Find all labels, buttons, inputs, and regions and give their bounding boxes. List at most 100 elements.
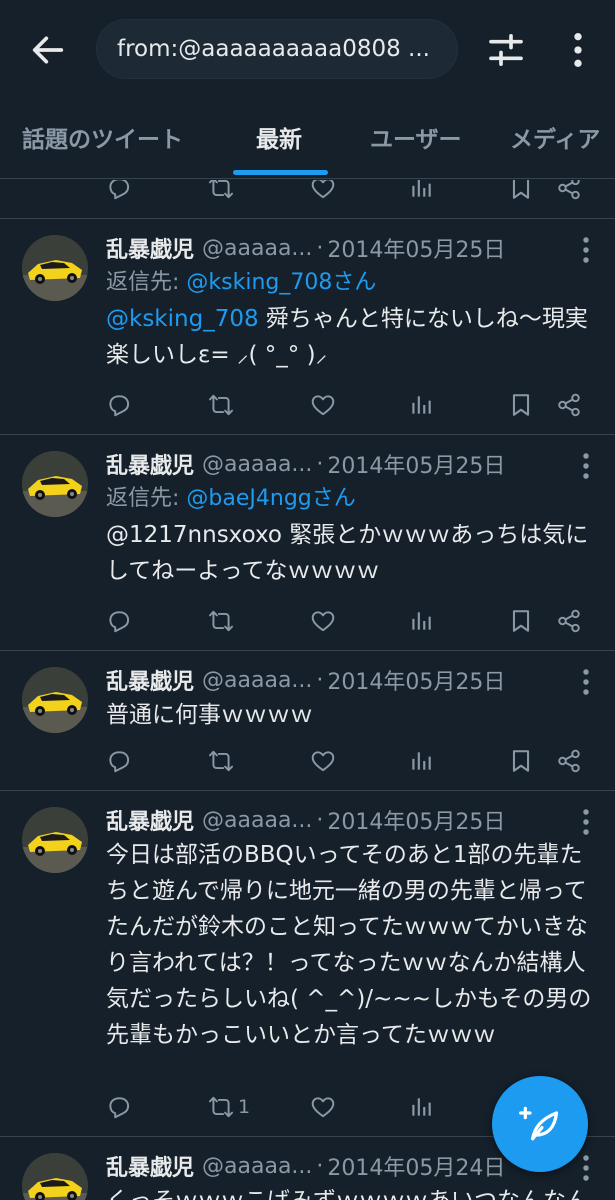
reply-button[interactable]	[106, 741, 132, 781]
separator-dot: ·	[316, 807, 324, 833]
like-icon	[310, 392, 336, 418]
more-vertical-icon[interactable]	[579, 667, 593, 697]
tweet-date[interactable]: 2014年05月25日	[327, 664, 505, 696]
bookmark-icon	[508, 392, 534, 418]
display-name[interactable]: 乱暴戯児	[106, 804, 194, 836]
reply-to-link[interactable]: @baeJ4nggさん	[186, 486, 355, 511]
tweet-text: 普通に何事ｗｗｗｗ	[106, 702, 313, 728]
handle[interactable]: @aaaaa...	[202, 452, 312, 477]
avatar[interactable]	[22, 235, 88, 301]
tweet-text: くっそｗｗｗこばみずｗｗｗｗあいつなんなん	[106, 1183, 596, 1200]
retweet-button[interactable]	[208, 601, 238, 641]
bookmark-button[interactable]	[508, 385, 534, 425]
tab-latest[interactable]: 最新	[256, 112, 302, 172]
like-button[interactable]	[310, 741, 336, 781]
more-vertical-icon[interactable]	[579, 1153, 593, 1183]
tweet-date[interactable]: 2014年05月25日	[327, 448, 505, 480]
views-icon	[408, 608, 434, 634]
bookmark-icon	[508, 608, 534, 634]
avatar-image	[22, 451, 88, 517]
tweet-date[interactable]: 2014年05月25日	[327, 232, 505, 264]
tweet-actions	[0, 601, 615, 641]
tweet-date[interactable]: 2014年05月24日	[327, 1150, 505, 1182]
header-divider	[0, 178, 615, 179]
display-name[interactable]: 乱暴戯児	[106, 448, 194, 480]
avatar[interactable]	[22, 451, 88, 517]
retweet-button[interactable]	[208, 741, 238, 781]
reply-button[interactable]	[106, 601, 132, 641]
avatar-image	[22, 807, 88, 873]
reply-to-link[interactable]: @ksking_708さん	[186, 270, 376, 295]
handle[interactable]: @aaaaa...	[202, 1154, 312, 1179]
more-vertical-icon[interactable]	[579, 235, 593, 265]
tweet-text: @ksking_708 舜ちゃんと特にないしね〜現実楽しいしε= ⸝( °_° …	[106, 301, 596, 373]
back-arrow-icon[interactable]	[28, 30, 68, 70]
retweet-icon	[208, 392, 234, 418]
bookmark-button[interactable]	[508, 741, 534, 781]
compose-tweet-button[interactable]	[492, 1076, 588, 1172]
separator-dot: ·	[316, 1153, 324, 1179]
avatar[interactable]	[22, 667, 88, 733]
views-icon	[408, 392, 434, 418]
tweet-date[interactable]: 2014年05月25日	[327, 804, 505, 836]
avatar-image	[22, 235, 88, 301]
like-icon	[310, 748, 336, 774]
reply-prefix: 返信先:	[106, 486, 187, 511]
tweet-actions	[0, 385, 615, 425]
views-icon	[408, 1094, 434, 1120]
search-input[interactable]: from:@aaaaaaaaaa0808 ...	[96, 19, 458, 79]
reply-button[interactable]	[106, 385, 132, 425]
share-button[interactable]	[556, 601, 582, 641]
more-vertical-icon[interactable]	[579, 807, 593, 837]
views-button[interactable]	[408, 1087, 434, 1127]
tweet[interactable]: 乱暴戯児 @aaaaa... · 2014年05月25日 普通に何事ｗｗｗｗ	[0, 650, 615, 790]
views-button[interactable]	[408, 741, 434, 781]
like-icon	[310, 608, 336, 634]
tweet[interactable]: 乱暴戯児 @aaaaa... · 2014年05月25日 返信先: @baeJ4…	[0, 434, 615, 650]
bookmark-button[interactable]	[508, 601, 534, 641]
avatar[interactable]	[22, 1153, 88, 1200]
like-button[interactable]	[310, 385, 336, 425]
views-button[interactable]	[408, 601, 434, 641]
like-button[interactable]	[310, 1087, 336, 1127]
handle[interactable]: @aaaaa...	[202, 236, 312, 261]
like-button[interactable]	[310, 601, 336, 641]
reply-icon	[106, 1094, 132, 1120]
search-header: from:@aaaaaaaaaa0808 ... 話題のツイート 最新 ユーザー…	[0, 0, 615, 180]
reply-prefix: 返信先:	[106, 270, 187, 295]
more-vertical-icon[interactable]	[560, 30, 596, 70]
retweet-button[interactable]: 1	[208, 1087, 250, 1127]
views-icon	[408, 748, 434, 774]
search-query: from:@aaaaaaaaaa0808 ...	[117, 36, 430, 62]
retweet-count: 1	[238, 1096, 251, 1118]
avatar[interactable]	[22, 807, 88, 873]
search-tabs: 話題のツイート 最新 ユーザー メディア	[0, 112, 615, 178]
share-button[interactable]	[556, 385, 582, 425]
compose-tweet-icon	[519, 1106, 559, 1141]
share-icon	[556, 748, 582, 774]
share-icon	[556, 392, 582, 418]
tab-media[interactable]: メディア	[510, 112, 600, 172]
tab-users[interactable]: ユーザー	[370, 112, 462, 172]
reply-button[interactable]	[106, 1087, 132, 1127]
display-name[interactable]: 乱暴戯児	[106, 664, 194, 696]
retweet-button[interactable]	[208, 385, 238, 425]
retweet-icon	[208, 1094, 234, 1120]
separator-dot: ·	[316, 235, 324, 261]
avatar-image	[22, 667, 88, 733]
tab-top[interactable]: 話題のツイート	[22, 112, 183, 172]
handle[interactable]: @aaaaa...	[202, 808, 312, 833]
display-name[interactable]: 乱暴戯児	[106, 232, 194, 264]
share-button[interactable]	[556, 741, 582, 781]
handle[interactable]: @aaaaa...	[202, 668, 312, 693]
mention-link[interactable]: @ksking_708	[106, 306, 259, 332]
separator-dot: ·	[316, 667, 324, 693]
reply-to-line: 返信先: @ksking_708さん	[106, 265, 596, 301]
views-button[interactable]	[408, 385, 434, 425]
filter-sliders-icon[interactable]	[486, 30, 526, 70]
tweet[interactable]: 乱暴戯児 @aaaaa... · 2014年05月25日 返信先: @kskin…	[0, 218, 615, 434]
retweet-icon	[208, 748, 234, 774]
display-name[interactable]: 乱暴戯児	[106, 1150, 194, 1182]
reply-icon	[106, 392, 132, 418]
more-vertical-icon[interactable]	[579, 451, 593, 481]
